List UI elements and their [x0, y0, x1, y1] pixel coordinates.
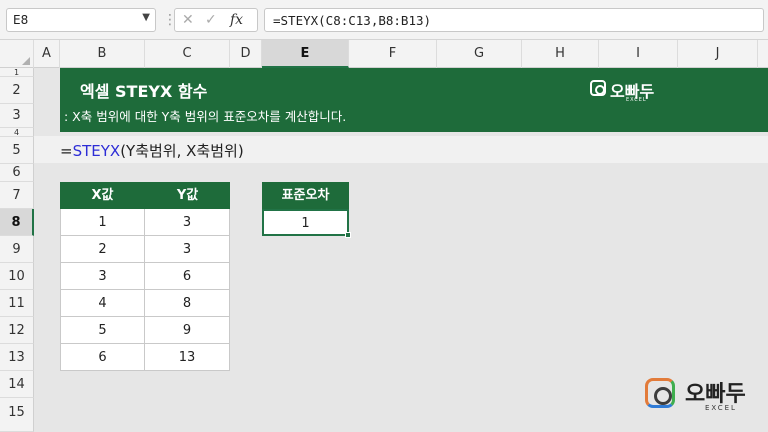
oppadu-logo-icon — [590, 80, 606, 96]
column-header-i[interactable]: I — [599, 40, 678, 68]
column-header-g[interactable]: G — [437, 40, 522, 68]
table-cell-x[interactable]: 2 — [60, 236, 145, 263]
function-syntax[interactable]: =STEYX(Y축범위, X축범위) — [60, 140, 244, 161]
row-header-15[interactable]: 15 — [0, 398, 34, 432]
result-header[interactable]: 표준오차 — [262, 182, 349, 209]
column-header-a[interactable]: A — [34, 40, 60, 68]
row-header-10[interactable]: 10 — [0, 263, 34, 290]
row-header-2[interactable]: 2 — [0, 77, 34, 104]
row-header-1[interactable]: 1 — [0, 68, 34, 77]
row-header-6[interactable]: 6 — [0, 164, 34, 182]
cancel-icon[interactable]: ✕ — [182, 12, 194, 28]
column-header-e[interactable]: E — [262, 40, 349, 68]
table-cell-x[interactable]: 5 — [60, 317, 145, 344]
table-cell-y[interactable]: 3 — [145, 209, 230, 236]
name-box[interactable]: E8 ▼ — [6, 8, 156, 32]
row-header-12[interactable]: 12 — [0, 317, 34, 344]
select-all-corner[interactable] — [0, 40, 34, 68]
formula-bar: E8 ▼ ⋮ ✕ ✓ fx =STEYX(C8:C13,B8:B13) — [0, 0, 768, 40]
syntax-function-name: STEYX — [72, 142, 121, 160]
table-cell-x[interactable]: 4 — [60, 290, 145, 317]
row-header-11[interactable]: 11 — [0, 290, 34, 317]
column-header-b[interactable]: B — [60, 40, 145, 68]
column-header-j[interactable]: J — [678, 40, 758, 68]
row-header-9[interactable]: 9 — [0, 236, 34, 263]
table-cell-y[interactable]: 3 — [145, 236, 230, 263]
title-banner: 엑셀 STEYX 함수 : X축 범위에 대한 Y축 범위의 표준오차를 계산합… — [60, 68, 768, 132]
column-header-f[interactable]: F — [349, 40, 437, 68]
syntax-prefix: = — [60, 142, 73, 160]
column-header-h[interactable]: H — [522, 40, 599, 68]
formula-buttons: ✕ ✓ fx — [174, 8, 258, 32]
name-box-value: E8 — [13, 13, 29, 27]
table-header-x[interactable]: X값 — [60, 182, 145, 209]
logo-sub: EXCEL — [705, 404, 737, 412]
result-cell[interactable]: 1 — [262, 209, 349, 236]
row-header-4[interactable]: 4 — [0, 128, 34, 137]
table-cell-x[interactable]: 3 — [60, 263, 145, 290]
table-cell-y[interactable]: 6 — [145, 263, 230, 290]
row-header-14[interactable]: 14 — [0, 371, 34, 398]
table-header-y[interactable]: Y값 — [145, 182, 230, 209]
banner-subtitle: : X축 범위에 대한 Y축 범위의 표준오차를 계산합니다. — [64, 109, 347, 124]
table-cell-y[interactable]: 13 — [145, 344, 230, 371]
syntax-args: (Y축범위, X축범위) — [120, 142, 244, 160]
row-header-5[interactable]: 5 — [0, 137, 34, 164]
formula-input[interactable]: =STEYX(C8:C13,B8:B13) — [264, 8, 764, 32]
fill-handle[interactable] — [345, 232, 351, 238]
column-header-c[interactable]: C — [145, 40, 230, 68]
confirm-check-icon[interactable]: ✓ — [205, 12, 217, 28]
table-cell-x[interactable]: 1 — [60, 209, 145, 236]
banner-logo-sub: EXCEL — [626, 97, 647, 103]
chevron-down-icon[interactable]: ▼ — [142, 12, 150, 23]
column-header-d[interactable]: D — [230, 40, 262, 68]
banner-title: 엑셀 STEYX 함수 — [80, 82, 208, 101]
table-cell-y[interactable]: 9 — [145, 317, 230, 344]
table-cell-x[interactable]: 6 — [60, 344, 145, 371]
insert-function-icon[interactable]: fx — [230, 12, 243, 28]
column-headers: A B C D E F G H I J — [0, 40, 768, 68]
row-header-8[interactable]: 8 — [0, 209, 34, 236]
oppadu-logo-icon — [645, 378, 675, 408]
row-header-13[interactable]: 13 — [0, 344, 34, 371]
row-header-3[interactable]: 3 — [0, 104, 34, 128]
row-header-7[interactable]: 7 — [0, 182, 34, 209]
table-cell-y[interactable]: 8 — [145, 290, 230, 317]
